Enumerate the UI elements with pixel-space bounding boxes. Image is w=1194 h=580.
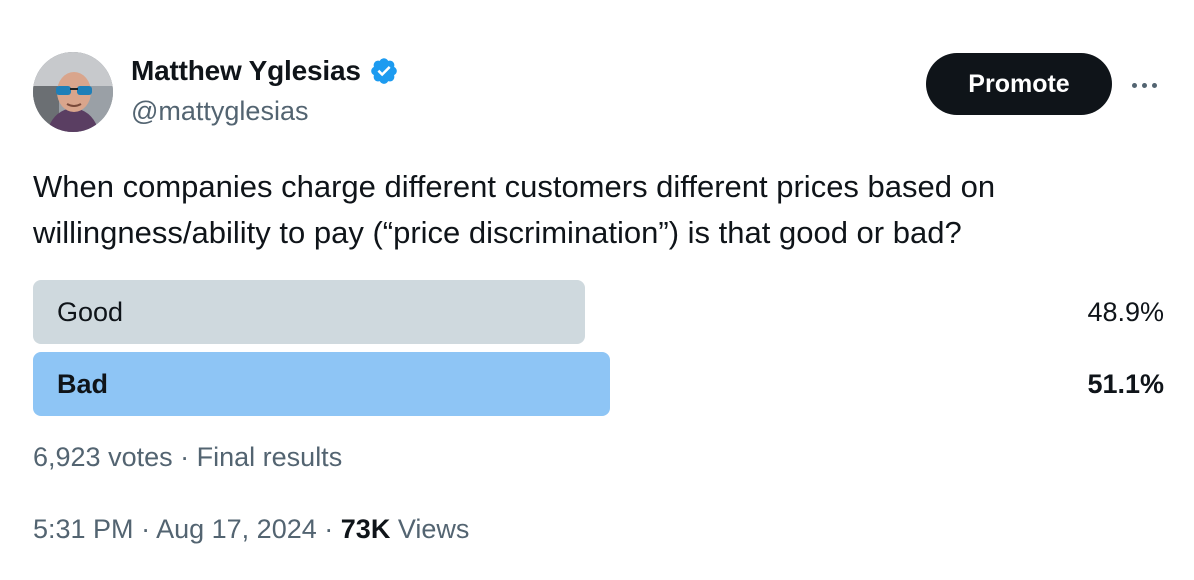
more-dot (1131, 82, 1137, 88)
poll-option-label: Bad (57, 369, 109, 399)
poll-option-winner: Bad 51.1% (33, 352, 1164, 416)
avatar-image (33, 52, 113, 132)
poll-meta: 6,923 votes · Final results (33, 442, 342, 473)
author-row: Matthew Yglesias (131, 55, 399, 87)
views-count: 73K (340, 514, 391, 544)
verified-badge-icon[interactable] (369, 56, 399, 86)
more-dot (1151, 82, 1157, 88)
avatar[interactable] (33, 52, 113, 132)
poll-option-label: Good (57, 297, 124, 327)
promote-button[interactable]: Promote (926, 53, 1112, 115)
poll-option-percent: 48.9% (1087, 297, 1164, 327)
poll-option: Good 48.9% (33, 280, 1164, 344)
tweet-time[interactable]: 5:31 PM (33, 514, 134, 544)
separator: · (180, 442, 190, 472)
author-name[interactable]: Matthew Yglesias (131, 55, 361, 87)
poll-status: Final results (196, 442, 343, 472)
poll-option-percent: 51.1% (1087, 369, 1164, 399)
tweet-timestamp: 5:31 PM · Aug 17, 2024 · 73K Views (33, 514, 469, 545)
tweet-date[interactable]: Aug 17, 2024 (156, 514, 317, 544)
more-dot (1141, 82, 1147, 88)
views-label: Views (397, 514, 470, 544)
separator: · (141, 514, 151, 544)
separator: · (324, 514, 334, 544)
poll-bar-bad (33, 352, 610, 416)
author-handle[interactable]: @mattyglesias (131, 96, 308, 127)
tweet-text: When companies charge different customer… (33, 169, 996, 250)
poll-votes: 6,923 votes (33, 442, 173, 472)
more-horizontal-icon[interactable] (1124, 70, 1164, 100)
